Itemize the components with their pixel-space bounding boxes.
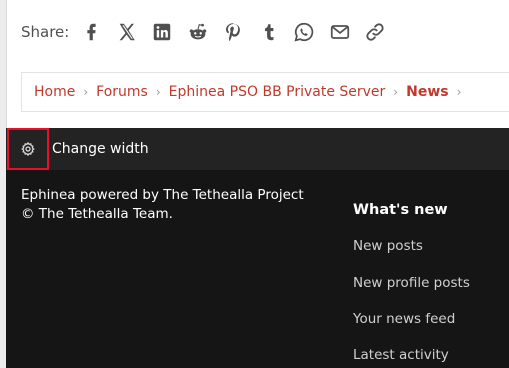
share-label: Share: — [21, 23, 70, 41]
email-icon[interactable] — [328, 20, 352, 44]
breadcrumb-separator: › — [83, 85, 89, 99]
footer-link-new-posts[interactable]: New posts — [353, 238, 423, 254]
breadcrumb-news[interactable]: News — [406, 84, 448, 100]
breadcrumb-forums[interactable]: Forums — [96, 84, 148, 100]
footer-link-new-profile-posts[interactable]: New profile posts — [353, 275, 470, 291]
change-width-button[interactable] — [7, 128, 49, 170]
gear-icon — [21, 141, 35, 157]
tumblr-icon[interactable] — [257, 20, 281, 44]
footer-copyright: Ephinea powered by The Tethealla Project… — [21, 187, 304, 222]
breadcrumb-separator: › — [456, 85, 462, 99]
breadcrumb-separator: › — [155, 85, 161, 99]
breadcrumb-home[interactable]: Home — [34, 84, 75, 100]
whats-new-heading: What's new — [353, 202, 448, 218]
linkedin-icon[interactable] — [150, 20, 174, 44]
share-bar: Share: — [21, 20, 399, 44]
breadcrumb: Home › Forums › Ephinea PSO BB Private S… — [21, 72, 509, 112]
breadcrumb-ephinea-server[interactable]: Ephinea PSO BB Private Server — [169, 84, 386, 100]
change-width-label[interactable]: Change width — [52, 141, 149, 157]
reddit-icon[interactable] — [186, 20, 210, 44]
breadcrumb-separator: › — [393, 85, 399, 99]
whatsapp-icon[interactable] — [292, 20, 316, 44]
x-icon[interactable] — [115, 20, 139, 44]
facebook-icon[interactable] — [79, 20, 103, 44]
link-icon[interactable] — [363, 20, 387, 44]
footer-link-latest-activity[interactable]: Latest activity — [353, 347, 449, 363]
pinterest-icon[interactable] — [221, 20, 245, 44]
footer-link-news-feed[interactable]: Your news feed — [353, 311, 455, 327]
